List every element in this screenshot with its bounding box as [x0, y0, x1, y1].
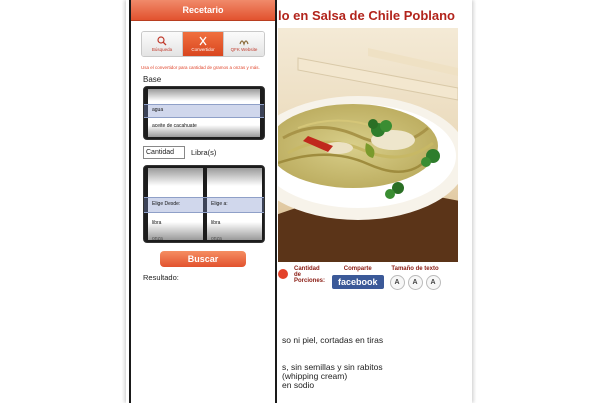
from-header: Elige Desde:	[152, 201, 181, 207]
to-value: libra	[211, 220, 221, 226]
ingredient-item: so ni piel, cortadas en tiras	[282, 335, 384, 345]
quantity-input[interactable]: Cantidad	[143, 146, 185, 159]
share-label: Comparte	[343, 266, 372, 272]
facebook-button[interactable]: facebook	[332, 275, 384, 289]
tab-label: Convertidor	[191, 47, 215, 52]
to-next: onza	[211, 236, 222, 242]
unit-picker[interactable]: Elige Desde: Elige a: libra libra onza o…	[143, 165, 265, 243]
base-picker[interactable]: agua aceite de cacahuate	[143, 86, 265, 140]
unit-label: Libra(s)	[191, 148, 217, 157]
recipe-info-bar: Cantidad de Porciones: Comparte facebook…	[278, 266, 458, 306]
tab-convertidor[interactable]: Convertidor	[183, 32, 224, 56]
recipe-photo	[278, 28, 458, 262]
converter-hint: Usa el convertidor para cantidad de gram…	[141, 65, 260, 70]
ingredient-item: en sodio	[282, 380, 315, 390]
popover-title: Recetario	[131, 0, 275, 21]
tab-busqueda[interactable]: Búsqueda	[142, 32, 183, 56]
tab-label: Búsqueda	[151, 47, 173, 52]
tab-qfk-website[interactable]: QFK Website	[224, 32, 264, 56]
result-label: Resultado:	[143, 273, 179, 282]
text-size-label: Tamaño de texto	[391, 266, 439, 272]
servings-icon	[278, 269, 288, 279]
recipe-title: lo en Salsa de Chile Poblano	[278, 8, 455, 23]
from-value: libra	[152, 220, 162, 226]
text-size-small-button[interactable]: A	[389, 275, 405, 290]
from-next: onza	[152, 236, 163, 242]
quantity-row: Cantidad Libra(s)	[143, 146, 275, 159]
ingredient-item	[282, 345, 462, 354]
search-button[interactable]: Buscar	[160, 251, 246, 267]
base-option: aceite de cacahuate	[152, 123, 197, 129]
utensils-icon	[199, 36, 207, 46]
base-label: Base	[143, 75, 162, 84]
converter-popover: Recetario Búsqueda Convertidor QFK Websi…	[129, 0, 277, 403]
text-size-large-button[interactable]: A	[425, 275, 441, 290]
text-size-medium-button[interactable]: A	[407, 275, 423, 290]
to-header: Elige a:	[211, 201, 228, 207]
website-icon	[239, 40, 249, 46]
servings-label: Cantidad de Porciones:	[294, 266, 326, 284]
base-option-selected: agua	[152, 107, 164, 113]
tab-label: QFK Website	[230, 47, 258, 52]
search-icon	[157, 36, 167, 46]
tab-bar: Búsqueda Convertidor QFK Website	[141, 31, 265, 57]
ingredients-list: so ni piel, cortadas en tiras s, sin sem…	[282, 336, 462, 390]
